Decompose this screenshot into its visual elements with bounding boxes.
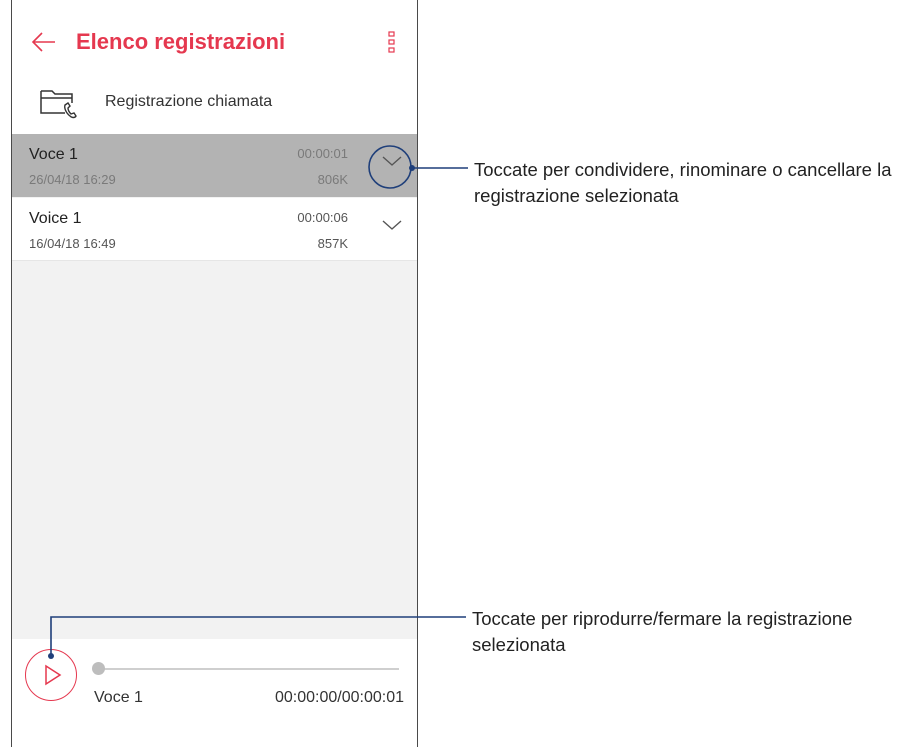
chevron-down-icon[interactable] (381, 218, 403, 232)
arrow-left-icon[interactable] (30, 28, 58, 56)
more-vert-icon[interactable] (386, 30, 398, 54)
app-bar: Elenco registrazioni (12, 0, 417, 80)
play-icon (45, 664, 62, 686)
page-title: Elenco registrazioni (76, 29, 286, 54)
chevron-down-icon[interactable] (381, 154, 403, 168)
annotation-play-line2: selezionata (472, 634, 566, 655)
play-button[interactable] (25, 649, 77, 701)
annotation-play: Toccate per riprodurre/fermare la regist… (472, 606, 852, 658)
annotation-play-line1: Toccate per riprodurre/fermare la regist… (472, 608, 853, 629)
recordings-list: Voce 1 26/04/18 16:29 00:00:01 806K Voic… (12, 134, 417, 639)
progress-thumb[interactable] (92, 662, 105, 675)
recording-size: 806K (317, 172, 348, 187)
player-recording-name: Voce 1 (94, 689, 143, 706)
annotation-expand-line1: Toccate per condividere, rinominare o ca… (474, 159, 892, 180)
folder-label: Registrazione chiamata (105, 93, 273, 110)
folder-call-recording[interactable]: Registrazione chiamata (12, 80, 417, 134)
phone-screen: Elenco registrazioni Registrazione chiam… (11, 0, 418, 747)
recording-name: Voce 1 (29, 146, 78, 163)
recording-name: Voice 1 (29, 210, 82, 227)
progress-track[interactable] (98, 668, 399, 670)
recording-row[interactable]: Voice 1 16/04/18 16:49 00:00:06 857K (12, 198, 417, 261)
recording-date: 26/04/18 16:29 (29, 172, 116, 187)
player-time: 00:00:00/00:00:01 (274, 689, 404, 706)
recording-row-selected[interactable]: Voce 1 26/04/18 16:29 00:00:01 806K (12, 134, 417, 197)
player-bar: Voce 1 00:00:00/00:00:01 (12, 639, 417, 747)
annotation-expand: Toccate per condividere, rinominare o ca… (474, 157, 892, 209)
recording-date: 16/04/18 16:49 (29, 236, 116, 251)
recording-duration: 00:00:06 (297, 210, 348, 225)
recording-duration: 00:00:01 (297, 146, 348, 161)
call-recording-folder-icon (40, 90, 77, 119)
recording-size: 857K (317, 236, 348, 251)
annotation-expand-line2: registrazione selezionata (474, 185, 679, 206)
